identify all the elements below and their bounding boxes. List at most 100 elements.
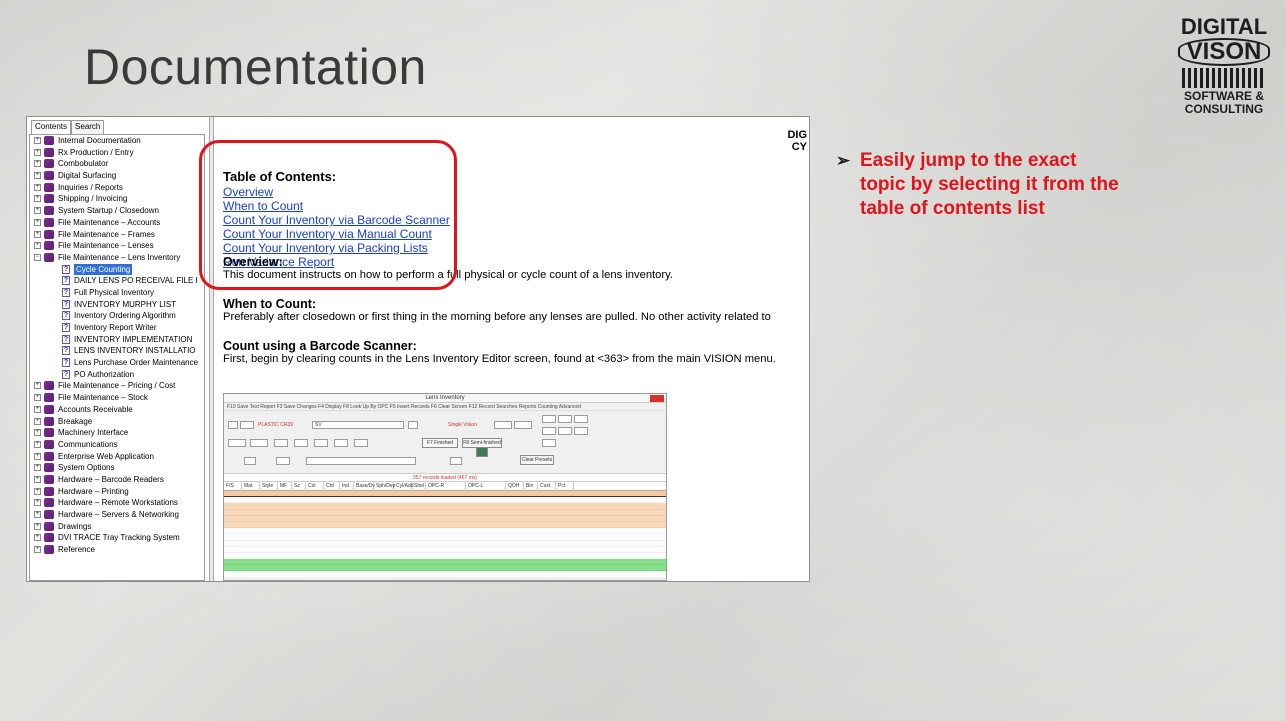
form-field bbox=[542, 439, 556, 447]
tree-item[interactable]: + Shipping / Invoicing bbox=[30, 193, 204, 205]
tree-item[interactable]: ? LENS INVENTORY INSTALLATIO bbox=[30, 345, 204, 357]
tab-search[interactable]: Search bbox=[71, 120, 105, 134]
tree-item[interactable]: ? Full Physical Inventory bbox=[30, 287, 204, 299]
tree-item[interactable]: + Machinery Interface bbox=[30, 427, 204, 439]
tree-item-label: Machinery Interface bbox=[58, 428, 129, 438]
tree-item[interactable]: + Breakage bbox=[30, 416, 204, 428]
expand-icon[interactable]: + bbox=[34, 499, 41, 507]
form-field bbox=[294, 439, 308, 447]
grid-header: F/S Mat Style MF Sz Col Ctd Ind Base/DvSph/DepCy… bbox=[224, 482, 666, 491]
expand-icon[interactable]: + bbox=[34, 522, 41, 530]
tree-item-label: Rx Production / Entry bbox=[58, 147, 134, 157]
tree-item[interactable]: + DVI TRACE Tray Tracking System bbox=[30, 532, 204, 544]
tree-item[interactable]: + Inquiries / Reports bbox=[30, 182, 204, 194]
close-icon bbox=[650, 395, 664, 402]
book-icon bbox=[44, 182, 54, 192]
expand-icon[interactable]: + bbox=[34, 242, 41, 250]
grid-column-header: Shel bbox=[414, 482, 426, 491]
expand-icon[interactable]: + bbox=[34, 230, 41, 238]
expand-icon[interactable]: + bbox=[34, 172, 41, 180]
tree-item[interactable]: + Combobulator bbox=[30, 158, 204, 170]
tree-item-label: File Maintenance – Frames bbox=[58, 229, 155, 239]
form-field bbox=[542, 415, 556, 423]
tree-item[interactable]: ? Lens Purchase Order Maintenance bbox=[30, 357, 204, 369]
tree-item[interactable]: + Hardware – Printing bbox=[30, 486, 204, 498]
tree-item[interactable]: ? Cycle Counting bbox=[30, 263, 204, 276]
logo-bars bbox=[1182, 68, 1266, 88]
form-field bbox=[574, 427, 588, 435]
form-field bbox=[542, 427, 556, 435]
tree-item[interactable]: + Rx Production / Entry bbox=[30, 147, 204, 159]
tree-item[interactable]: + File Maintenance – Frames bbox=[30, 229, 204, 241]
expand-icon[interactable]: + bbox=[34, 464, 41, 472]
expand-icon[interactable]: + bbox=[34, 218, 41, 226]
tree-item[interactable]: ? PO Authorization bbox=[30, 369, 204, 381]
grid-column-header: F/S bbox=[224, 482, 242, 491]
tree-item[interactable]: + Hardware – Remote Workstations bbox=[30, 497, 204, 509]
expand-icon[interactable]: + bbox=[34, 405, 41, 413]
grid-column-header: Col bbox=[306, 482, 324, 491]
tree-item[interactable]: + Digital Surfacing bbox=[30, 170, 204, 182]
expand-icon[interactable]: + bbox=[34, 440, 41, 448]
expand-icon[interactable]: + bbox=[34, 137, 41, 144]
expand-icon[interactable]: + bbox=[34, 207, 41, 215]
expand-icon[interactable]: + bbox=[34, 394, 41, 402]
tree-item[interactable]: + Drawings bbox=[30, 521, 204, 533]
book-icon bbox=[44, 510, 54, 519]
book-icon bbox=[44, 439, 54, 449]
form-field bbox=[228, 421, 238, 429]
help-tabs: Contents Search bbox=[31, 120, 105, 134]
tree-item[interactable]: + File Maintenance – Pricing / Cost bbox=[30, 380, 204, 392]
tree-item[interactable]: ? INVENTORY IMPLEMENTATION bbox=[30, 334, 204, 346]
tree-item-label: Internal Documentation bbox=[58, 136, 141, 145]
form-field bbox=[408, 421, 418, 429]
expand-icon[interactable]: + bbox=[34, 160, 41, 168]
form-field bbox=[244, 457, 256, 465]
tree-item[interactable]: + File Maintenance – Lenses bbox=[30, 240, 204, 252]
tree-item[interactable]: ? Inventory Report Writer bbox=[30, 322, 204, 334]
tab-contents[interactable]: Contents bbox=[31, 120, 72, 134]
help-topic-icon: ? bbox=[62, 346, 70, 356]
help-topic-icon: ? bbox=[62, 323, 70, 332]
document-pane: DIG CY Table of Contents: Overview When … bbox=[199, 117, 809, 581]
tree-item[interactable]: + Enterprise Web Application bbox=[30, 451, 204, 463]
form-field bbox=[354, 439, 368, 447]
tree-item[interactable]: + Internal Documentation bbox=[30, 135, 204, 147]
expand-icon[interactable]: + bbox=[34, 429, 41, 437]
tree-item[interactable]: + File Maintenance – Stock bbox=[30, 392, 204, 404]
tree-item[interactable]: + Accounts Receivable bbox=[30, 404, 204, 416]
tree-item[interactable]: − File Maintenance – Lens Inventory bbox=[30, 252, 204, 264]
arrow-bullet-icon: ➢ bbox=[836, 151, 851, 170]
form-field bbox=[514, 421, 532, 429]
expand-icon[interactable]: + bbox=[34, 452, 41, 460]
tree-item[interactable]: ? Inventory Ordering Algorithm bbox=[30, 310, 204, 322]
expand-icon[interactable]: + bbox=[34, 148, 41, 156]
grid-column-header: Ind bbox=[340, 482, 354, 491]
tree-item[interactable]: + Hardware – Servers & Networking bbox=[30, 509, 204, 521]
tree-item-label: Hardware – Printing bbox=[58, 486, 129, 496]
expand-icon[interactable]: + bbox=[34, 475, 41, 483]
expand-icon[interactable]: + bbox=[34, 417, 41, 425]
tree-item[interactable]: + System Startup / Closedown bbox=[30, 205, 204, 217]
grid-column-header: Bin bbox=[524, 482, 538, 491]
tree-item[interactable]: ? INVENTORY MURPHY LIST bbox=[30, 299, 204, 311]
tree-item-label: File Maintenance – Lenses bbox=[58, 241, 154, 251]
form-field bbox=[274, 439, 288, 447]
expand-icon[interactable]: + bbox=[34, 511, 41, 518]
tree-item[interactable]: + Hardware – Barcode Readers bbox=[30, 474, 204, 486]
tree-item[interactable]: + Reference bbox=[30, 544, 204, 556]
tree-item[interactable]: ? DAILY LENS PO RECEIVAL FILE I bbox=[30, 275, 204, 287]
tree-item[interactable]: + System Options bbox=[30, 462, 204, 474]
form-field bbox=[228, 439, 246, 447]
expand-icon[interactable]: + bbox=[34, 487, 41, 495]
expand-icon[interactable]: + bbox=[34, 546, 41, 554]
tree-item[interactable]: + File Maintenance – Accounts bbox=[30, 217, 204, 229]
style-field: SV bbox=[312, 421, 404, 429]
expand-icon[interactable]: + bbox=[34, 195, 41, 203]
expand-icon[interactable]: + bbox=[34, 534, 41, 542]
expand-icon[interactable]: + bbox=[34, 183, 41, 191]
collapse-icon[interactable]: − bbox=[34, 253, 41, 261]
expand-icon[interactable]: + bbox=[34, 382, 41, 390]
tree-item[interactable]: + Communications bbox=[30, 439, 204, 451]
book-icon bbox=[44, 147, 54, 157]
